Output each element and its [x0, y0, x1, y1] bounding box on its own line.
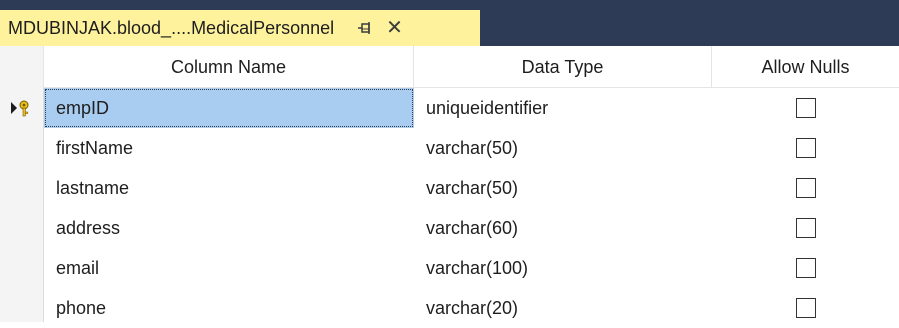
column-name-cell[interactable]: lastname	[44, 168, 414, 208]
table-row[interactable]: firstName varchar(50)	[0, 128, 899, 168]
allow-nulls-checkbox[interactable]	[795, 218, 816, 238]
close-icon[interactable]: ✕	[386, 18, 403, 38]
data-type-cell[interactable]: varchar(100)	[414, 248, 712, 288]
document-tab-bar: MDUBINJAK.blood_....MedicalPersonnel ✕	[0, 0, 899, 46]
tab-title: MDUBINJAK.blood_....MedicalPersonnel	[8, 17, 335, 38]
column-name-cell[interactable]: firstName	[44, 128, 414, 168]
table-row[interactable]: address varchar(60)	[0, 208, 899, 248]
table-row[interactable]: empID uniqueidentifier	[0, 88, 899, 128]
allow-nulls-checkbox[interactable]	[795, 258, 816, 278]
allow-nulls-cell	[712, 128, 899, 168]
table-row[interactable]: email varchar(100)	[0, 248, 899, 288]
grid-header-row: Column Name Data Type Allow Nulls	[0, 46, 899, 88]
data-type-cell[interactable]: varchar(50)	[414, 128, 712, 168]
header-selector-cell	[0, 46, 44, 88]
allow-nulls-cell	[712, 168, 899, 208]
allow-nulls-cell	[712, 88, 899, 128]
data-type-cell[interactable]: uniqueidentifier	[414, 88, 712, 128]
allow-nulls-checkbox[interactable]	[795, 138, 816, 158]
pin-icon[interactable]	[356, 19, 374, 37]
table-row[interactable]: lastname varchar(50)	[0, 168, 899, 208]
allow-nulls-checkbox[interactable]	[795, 178, 816, 198]
allow-nulls-checkbox[interactable]	[795, 298, 816, 318]
data-type-cell[interactable]: varchar(20)	[414, 288, 712, 328]
allow-nulls-checkbox[interactable]	[795, 98, 816, 118]
header-column-name[interactable]: Column Name	[44, 46, 414, 88]
column-name-cell[interactable]: address	[44, 208, 414, 248]
allow-nulls-cell	[712, 288, 899, 328]
header-data-type[interactable]: Data Type	[414, 46, 712, 88]
table-designer-grid: Column Name Data Type Allow Nulls empID …	[0, 46, 899, 322]
document-tab-medical-personnel[interactable]: MDUBINJAK.blood_....MedicalPersonnel ✕	[0, 10, 480, 46]
header-allow-nulls[interactable]: Allow Nulls	[712, 46, 899, 88]
data-type-cell[interactable]: varchar(50)	[414, 168, 712, 208]
allow-nulls-cell	[712, 248, 899, 288]
allow-nulls-cell	[712, 208, 899, 248]
data-type-cell[interactable]: varchar(60)	[414, 208, 712, 248]
column-name-cell[interactable]: empID	[44, 88, 414, 128]
table-row[interactable]: phone varchar(20)	[0, 288, 899, 328]
column-name-cell[interactable]: phone	[44, 288, 414, 328]
primary-key-current-row-icon	[10, 98, 36, 118]
column-name-cell[interactable]: email	[44, 248, 414, 288]
